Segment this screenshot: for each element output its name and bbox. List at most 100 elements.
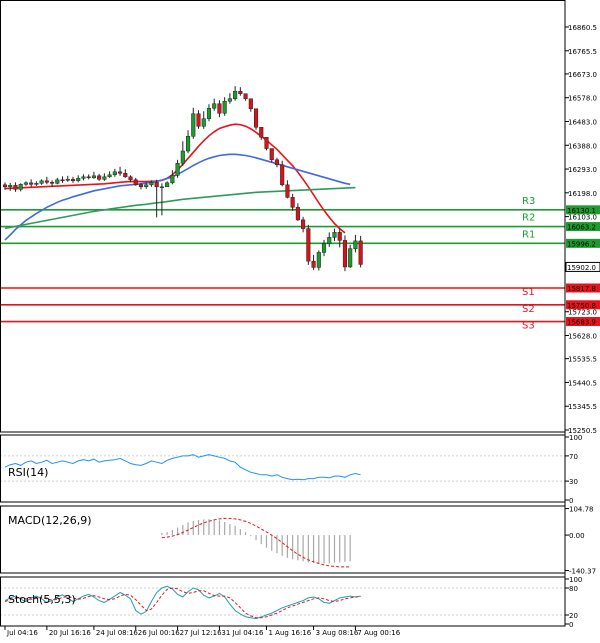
time-tick-label: Jul 04:16: [6, 629, 38, 637]
candle-body: [123, 173, 128, 178]
price-tick-label: 16293.0: [568, 166, 597, 174]
price-tick-label: 15535.5: [568, 356, 597, 364]
candle-body: [144, 184, 149, 188]
candle-body: [238, 90, 243, 94]
panel-border: [0, 576, 566, 627]
candle-body: [243, 93, 248, 99]
candle-body: [348, 248, 353, 268]
candle-body: [358, 240, 363, 265]
rsi-panel: 100 70 30 0 RSI(14): [0, 434, 582, 505]
candle-body: [107, 174, 112, 178]
candle-body: [175, 163, 180, 176]
candle-body: [13, 185, 18, 190]
candle-body: [180, 150, 185, 164]
candle-body: [353, 240, 358, 249]
level-tag-value: 16130.1: [567, 207, 596, 215]
rsi-line: [4, 454, 361, 481]
macd-signal-line: [161, 517, 351, 568]
time-tick-label: 24 Jul 08:16: [96, 629, 139, 637]
level-name-s3: S3: [522, 321, 535, 332]
candle-body: [34, 183, 39, 185]
level-name-s2: S2: [522, 304, 535, 315]
rsi-tick-label: 30: [569, 478, 578, 486]
stoch-panel: 10080 200 Stoch(5,5,3): [0, 576, 582, 629]
candle-body: [264, 137, 269, 149]
level-name-r1: R1: [522, 229, 535, 240]
candle-body: [159, 186, 164, 189]
candle-body: [29, 182, 34, 185]
level-tag-value: 15817.8: [567, 285, 596, 293]
macd-label: MACD(12,26,9): [8, 514, 92, 527]
candle-body: [274, 159, 280, 166]
level-name-r2: R2: [522, 213, 535, 224]
price-tick-label: 15628.0: [568, 333, 597, 341]
candle-body: [212, 103, 217, 109]
candle-body: [44, 180, 49, 183]
price-tick-label: 15440.5: [568, 379, 597, 387]
candle-body: [306, 228, 311, 262]
candle-body: [91, 175, 96, 179]
macd-panel: 104.78 0.00 -140.37 MACD(12,26,9): [8, 506, 596, 576]
time-tick-label: 26 Jul 00:16: [138, 629, 181, 637]
candle-body: [97, 175, 102, 180]
candle-body: [55, 179, 60, 184]
rsi-tick-label: 70: [569, 453, 578, 461]
panel-border: [0, 434, 566, 503]
price-tick-label: 16765.5: [568, 48, 597, 56]
candle-body: [133, 179, 138, 186]
candle-body: [248, 98, 253, 109]
time-tick-label: 3 Aug 08:16: [316, 629, 359, 637]
candle-body: [8, 185, 13, 188]
candle-body: [112, 171, 117, 176]
stoch-tick-label: 80: [569, 585, 578, 593]
level-tag-value: 15996.2: [567, 240, 596, 248]
candle-body: [165, 182, 170, 188]
candle-body: [201, 118, 206, 127]
stoch-tick-label: 0: [569, 621, 573, 629]
stoch-tick-label: 100: [569, 576, 582, 584]
candle-body: [196, 113, 201, 127]
time-tick-label: 27 Jul 12:16: [180, 629, 223, 637]
candle-body: [170, 175, 175, 184]
candle-body: [217, 103, 222, 114]
time-axis: Jul 04:16 20 Jul 16:16 24 Jul 08:16 26 Jul …: [4, 626, 401, 637]
candle-body: [154, 182, 159, 188]
rsi-tick-label: 100: [569, 434, 582, 442]
candle-body: [149, 182, 154, 186]
macd-tick-label: -140.37: [569, 568, 596, 576]
candle-body: [321, 243, 327, 253]
candle-body: [186, 136, 191, 152]
candle-body: [327, 237, 332, 244]
level-tag-value: 16063.2: [567, 224, 596, 232]
candle-body: [253, 108, 259, 128]
candle-body: [316, 252, 321, 268]
price-tick-label: 16483.0: [568, 118, 597, 126]
candle-body: [206, 107, 212, 119]
candle-body: [102, 176, 107, 180]
candle-body: [311, 260, 316, 268]
price-tick-label: 16388.0: [568, 142, 597, 150]
candle-body: [65, 179, 70, 181]
candle-body: [76, 178, 81, 182]
price-tick-label: 15723.0: [568, 309, 597, 317]
candle-body: [233, 90, 238, 99]
candle-body: [337, 232, 342, 241]
main-panel-bg: [0, 0, 565, 432]
price-tick-label: 16198.0: [568, 190, 597, 198]
time-tick-label: 1 Aug 16:16: [269, 629, 312, 637]
candle-body: [50, 182, 55, 184]
level-name-s1: S1: [522, 287, 535, 298]
candle-body: [332, 232, 337, 238]
level-tag-value: 15683.9: [567, 319, 596, 327]
candle-body: [285, 184, 290, 198]
candle-body: [128, 176, 133, 181]
time-tick-label: 20 Jul 16:16: [49, 629, 92, 637]
candle-body: [269, 148, 274, 161]
current-price-value: 15902.0: [567, 264, 596, 272]
level-tag-value: 15750.8: [567, 302, 596, 310]
candle-body: [227, 98, 232, 102]
candle-body: [23, 182, 28, 185]
price-tick-label: 16578.0: [568, 95, 597, 103]
candle-body: [118, 171, 123, 174]
chart-canvas: 16860.5 16765.5 16673.0 16578.0 16483.0 16388…: [0, 0, 600, 637]
